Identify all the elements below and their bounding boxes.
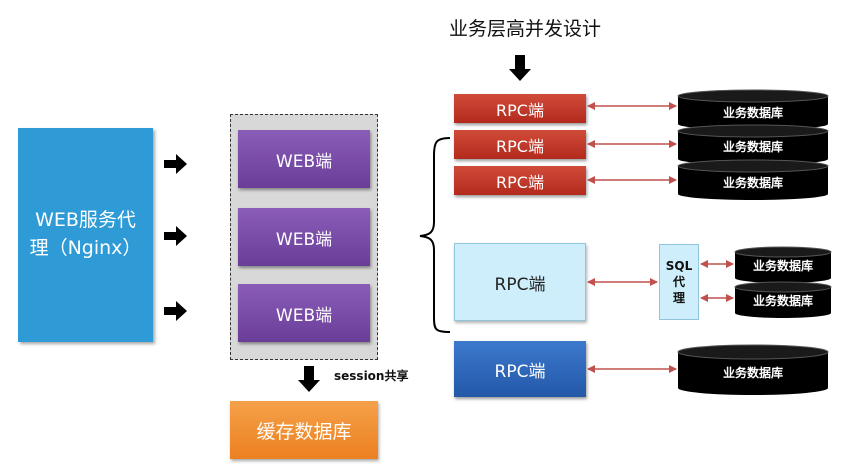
rpc-node-5: RPC端 — [454, 341, 586, 397]
title-down-arrow — [509, 55, 531, 81]
session-share-label: session共享 — [334, 369, 409, 383]
web-node-2: WEB端 — [238, 208, 370, 266]
proxy-to-web-arrow-3 — [164, 301, 187, 321]
cache-database-box: 缓存数据库 — [230, 401, 378, 459]
database-cylinder-6: 业务数据库 — [677, 344, 829, 395]
database-cylinder-1: 业务数据库 — [677, 89, 829, 130]
rpc-node-3: RPC端 — [454, 166, 586, 195]
rpc-node-2: RPC端 — [454, 130, 586, 159]
sql-proxy-label-line2: 代 — [672, 274, 685, 289]
proxy-label-line1: WEB服务代 — [35, 209, 136, 232]
proxy-to-web-arrow-2 — [164, 226, 187, 246]
database-cylinder-4: 业务数据库 — [734, 246, 832, 283]
database-cylinder-5: 业务数据库 — [734, 281, 832, 318]
web-proxy-nginx-box: WEB服务代 理（Nginx） — [18, 128, 153, 342]
sql-proxy-label-line1: SQL — [665, 258, 693, 273]
database-label: 业务数据库 — [723, 175, 783, 190]
rpc-group-brace — [419, 137, 451, 333]
proxy-label-line2: 理（Nginx） — [29, 237, 142, 259]
sql-proxy-box: SQL 代 理 — [659, 244, 699, 320]
database-label: 业务数据库 — [723, 105, 783, 120]
diagram-title: 业务层高并发设计 — [448, 18, 601, 40]
database-label: 业务数据库 — [753, 258, 813, 273]
rpc-node-4: RPC端 — [454, 243, 586, 321]
database-cylinder-2: 业务数据库 — [677, 124, 829, 165]
sql-proxy-label-line3: 理 — [672, 291, 685, 306]
rpc-node-1: RPC端 — [454, 94, 586, 123]
database-label: 业务数据库 — [753, 293, 813, 308]
web-node-1: WEB端 — [238, 130, 370, 188]
database-label: 业务数据库 — [723, 139, 783, 154]
web-node-3: WEB端 — [238, 284, 370, 342]
proxy-to-web-arrow-1 — [164, 154, 187, 174]
database-cylinder-3: 业务数据库 — [677, 159, 829, 200]
session-down-arrow — [298, 366, 320, 392]
database-label: 业务数据库 — [723, 365, 783, 380]
